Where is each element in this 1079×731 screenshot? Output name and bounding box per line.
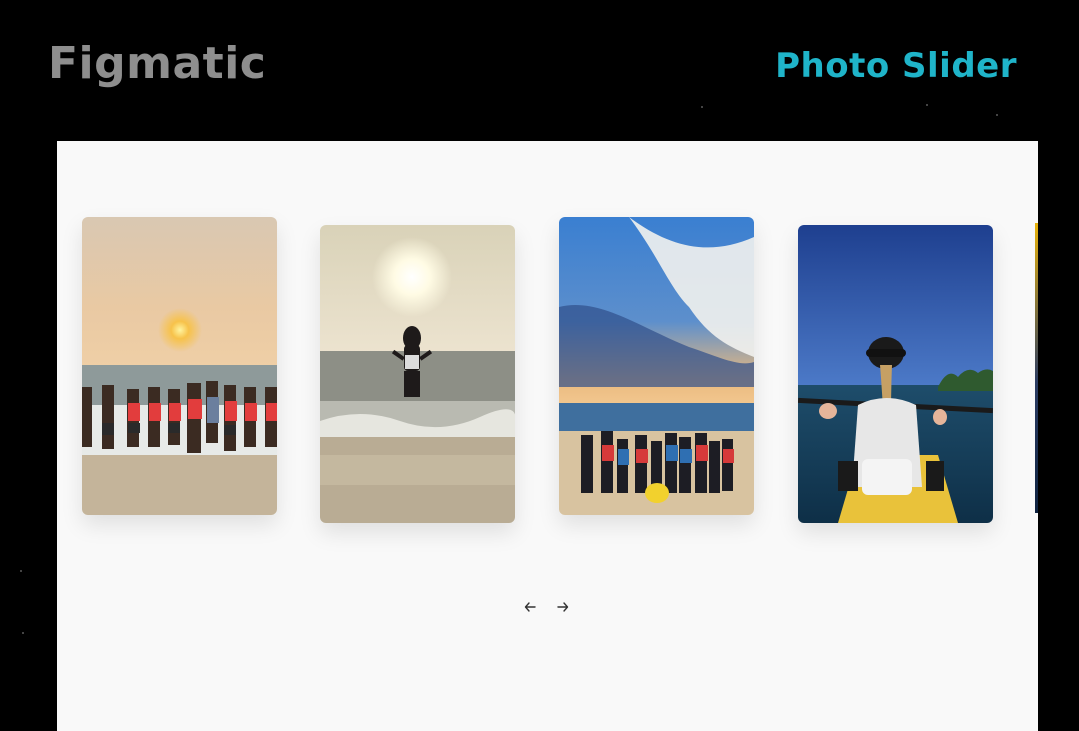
slide-photo[interactable] xyxy=(82,217,277,515)
photo-group-sunset xyxy=(82,217,277,515)
background-star xyxy=(22,632,24,634)
photo-group-blue-sky xyxy=(559,217,754,515)
page-title: Photo Slider xyxy=(775,46,1017,86)
slider-controls xyxy=(520,596,573,618)
background-star xyxy=(701,106,703,108)
photo-woman-kayak xyxy=(798,225,993,523)
background-star xyxy=(996,114,998,116)
slider-panel xyxy=(57,141,1038,731)
prev-slide-button[interactable] xyxy=(520,597,540,617)
brand-logo: Figmatic xyxy=(48,38,267,89)
next-slide-peek xyxy=(1035,223,1038,513)
next-slide-button[interactable] xyxy=(553,597,573,617)
photo-woman-sea xyxy=(320,225,515,523)
slider-track xyxy=(57,141,1038,731)
slide-photo[interactable] xyxy=(798,225,993,523)
background-star xyxy=(20,570,22,572)
arrow-left-icon xyxy=(524,602,536,612)
arrow-right-icon xyxy=(557,602,569,612)
slide-photo[interactable] xyxy=(559,217,754,515)
slide-photo[interactable] xyxy=(320,225,515,523)
background-star xyxy=(926,104,928,106)
